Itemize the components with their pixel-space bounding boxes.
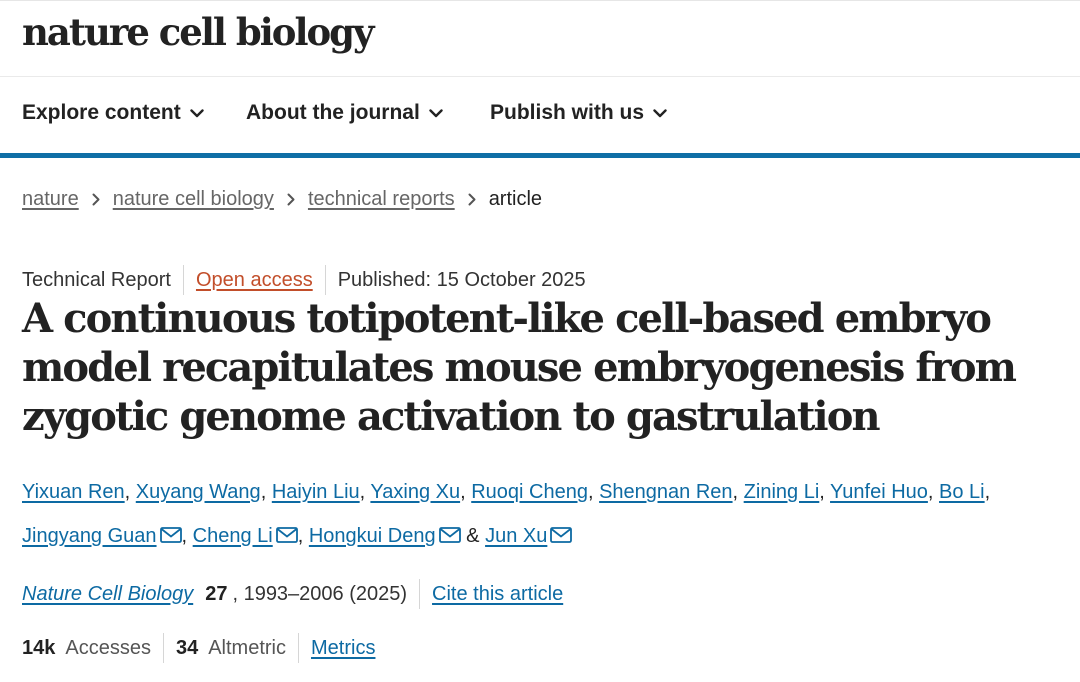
- author-link[interactable]: Ruoqi Cheng: [471, 481, 588, 503]
- breadcrumb-link-nature[interactable]: nature: [22, 188, 79, 211]
- ampersand: &: [466, 525, 480, 547]
- author-link[interactable]: Yaxing Xu: [370, 481, 460, 503]
- author-link[interactable]: Yunfei Huo: [830, 481, 928, 503]
- divider: [324, 265, 326, 295]
- author-link[interactable]: Bo Li: [939, 481, 985, 503]
- nav-about-journal-label: About the journal: [246, 101, 420, 124]
- volume-number: 27: [205, 582, 228, 605]
- breadcrumb-current: article: [488, 188, 543, 210]
- author-link[interactable]: Jun Xu: [485, 525, 547, 547]
- open-access-link[interactable]: Open access: [196, 269, 313, 292]
- author-link[interactable]: Hongkui Deng: [309, 525, 436, 547]
- altmetric-count: 34: [175, 636, 199, 659]
- nav-accent-bar: [0, 153, 1080, 158]
- citation-line: Nature Cell Biology 27 , 1993–2006 (2025…: [22, 579, 563, 609]
- nav-publish-with-us-label: Publish with us: [490, 101, 645, 124]
- nav-about-journal[interactable]: About the journal: [246, 101, 443, 125]
- chevron-down-icon: [429, 108, 443, 117]
- accesses-count: 14k: [22, 636, 56, 659]
- nav-explore-content-label: Explore content: [22, 101, 181, 124]
- chevron-down-icon: [653, 108, 667, 117]
- article-title: A continuous totipotent-like cell-based …: [22, 295, 1017, 440]
- altmetric-label: Altmetric: [208, 636, 287, 659]
- author-link[interactable]: Xuyang Wang: [136, 481, 261, 503]
- nav-publish-with-us[interactable]: Publish with us: [490, 101, 667, 125]
- metrics-row: 14k Accesses 34 Altmetric Metrics: [22, 633, 375, 663]
- journal-link[interactable]: Nature Cell Biology: [22, 583, 193, 606]
- chevron-right-icon: [287, 193, 295, 206]
- breadcrumb-link-technical-reports[interactable]: technical reports: [308, 188, 455, 211]
- accesses-label: Accesses: [65, 636, 151, 659]
- divider: [182, 265, 184, 295]
- article-type: Technical Report: [22, 268, 171, 291]
- divider: [298, 633, 300, 663]
- chevron-right-icon: [92, 193, 100, 206]
- page-range: , 1993–2006 (2025): [232, 582, 408, 605]
- author-list: Yixuan Ren, Xuyang Wang, Haiyin Liu, Yax…: [22, 481, 991, 547]
- journal-logo[interactable]: nature cell biology: [22, 10, 375, 54]
- article-meta: Technical Report Open access Published: …: [22, 265, 586, 295]
- chevron-down-icon: [190, 108, 204, 117]
- published-date: Published: 15 October 2025: [337, 268, 586, 291]
- breadcrumb-link-nature-cell-biology[interactable]: nature cell biology: [113, 188, 274, 211]
- author-link[interactable]: Haiyin Liu: [272, 481, 360, 503]
- email-icon[interactable]: [275, 527, 298, 543]
- cite-this-article-link[interactable]: Cite this article: [432, 583, 563, 606]
- metrics-link[interactable]: Metrics: [311, 637, 375, 660]
- nav-explore-content[interactable]: Explore content: [22, 101, 204, 125]
- author-link[interactable]: Cheng Li: [193, 525, 273, 547]
- author-link[interactable]: Yixuan Ren: [22, 481, 125, 503]
- breadcrumb: nature nature cell biology technical rep…: [22, 188, 542, 211]
- divider: [162, 633, 164, 663]
- chevron-right-icon: [468, 193, 476, 206]
- author-link[interactable]: Zining Li: [744, 481, 820, 503]
- email-icon[interactable]: [438, 527, 461, 543]
- divider: [419, 579, 421, 609]
- author-link[interactable]: Jingyang Guan: [22, 525, 157, 547]
- email-icon[interactable]: [550, 527, 573, 543]
- author-link[interactable]: Shengnan Ren: [599, 481, 732, 503]
- site-header: nature cell biology: [0, 0, 1080, 77]
- email-icon[interactable]: [159, 527, 182, 543]
- main-nav: Explore content About the journal Publis…: [0, 77, 1080, 153]
